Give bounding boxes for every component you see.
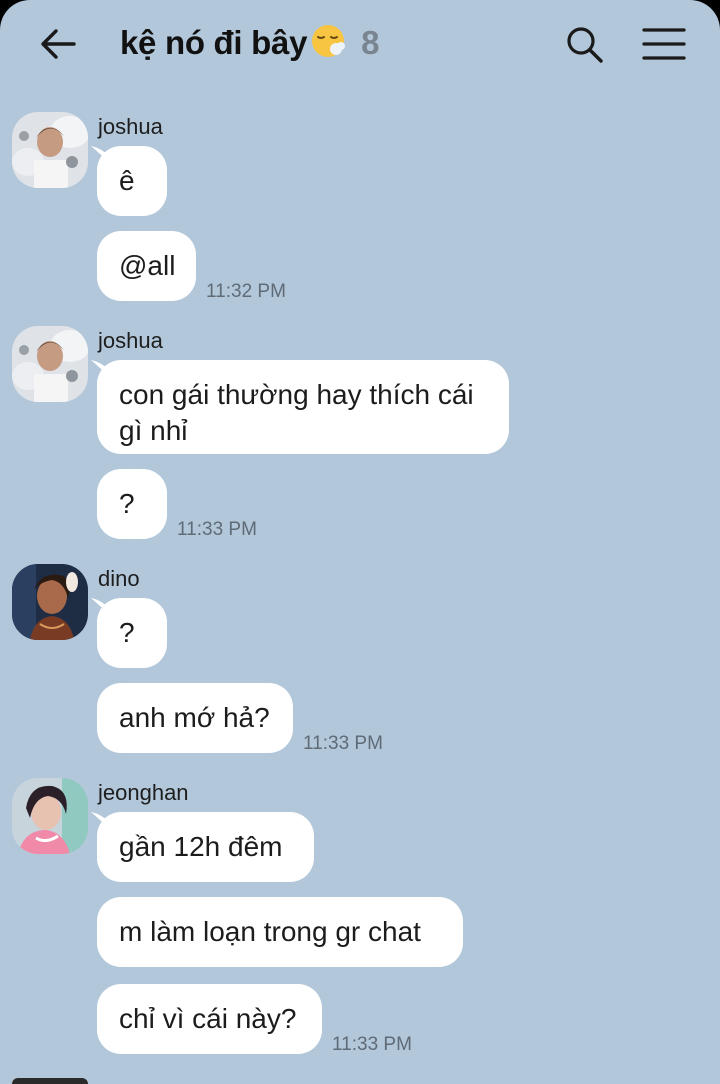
message-text: gần 12h đêm xyxy=(119,831,283,862)
message-bubble[interactable]: @all xyxy=(97,231,196,301)
message-text: ê xyxy=(119,165,135,196)
message-bubble[interactable]: gần 12h đêm xyxy=(97,812,314,882)
chat-screen: kệ nó đi bây 8 joshua ê @all 11:32 PM jos… xyxy=(0,0,720,1084)
avatar-dino[interactable] xyxy=(12,564,88,640)
message-time: 11:33 PM xyxy=(303,733,383,754)
message-time: 11:33 PM xyxy=(177,519,257,540)
message-bubble[interactable]: ? xyxy=(97,469,167,539)
message-time: 11:33 PM xyxy=(332,1034,412,1055)
sender-name: joshua xyxy=(98,328,163,353)
hamburger-menu-icon[interactable] xyxy=(642,24,686,64)
message-text: anh mớ hả? xyxy=(119,702,270,733)
message-bubble[interactable]: chỉ vì cái này? xyxy=(97,984,322,1054)
message-time: 11:32 PM xyxy=(206,281,286,302)
message-bubble[interactable]: ? xyxy=(97,598,167,668)
message-text: ? xyxy=(119,617,135,648)
message-bubble[interactable]: m làm loạn trong gr chat xyxy=(97,897,463,967)
message-text: m làm loạn trong gr chat xyxy=(119,916,421,947)
message-text: @all xyxy=(119,250,176,281)
message-bubble[interactable]: anh mớ hả? xyxy=(97,683,293,753)
message-text: chỉ vì cái này? xyxy=(119,1003,297,1034)
message-bubble[interactable]: con gái thường hay thích cái gì nhỉ xyxy=(97,360,509,454)
sender-name: dino xyxy=(98,566,140,591)
avatar-jeonghan[interactable] xyxy=(12,778,88,854)
message-text: con gái thường hay thích cái gì nhỉ xyxy=(119,379,474,446)
avatar-next-partial xyxy=(12,1078,88,1084)
sender-name: jeonghan xyxy=(98,780,189,805)
chat-title: kệ nó đi bây 8 xyxy=(120,22,379,62)
message-bubble[interactable]: ê xyxy=(97,146,167,216)
chat-header: kệ nó đi bây 8 xyxy=(0,0,720,86)
chat-title-text: kệ nó đi bây xyxy=(120,24,308,61)
face-exhaling-emoji-icon xyxy=(312,25,346,57)
member-count: 8 xyxy=(361,24,380,61)
avatar-joshua[interactable] xyxy=(12,112,88,188)
message-text: ? xyxy=(119,488,135,519)
search-icon[interactable] xyxy=(562,22,606,66)
avatar-joshua[interactable] xyxy=(12,326,88,402)
sender-name: joshua xyxy=(98,114,163,139)
arrow-left-icon[interactable] xyxy=(36,22,80,66)
